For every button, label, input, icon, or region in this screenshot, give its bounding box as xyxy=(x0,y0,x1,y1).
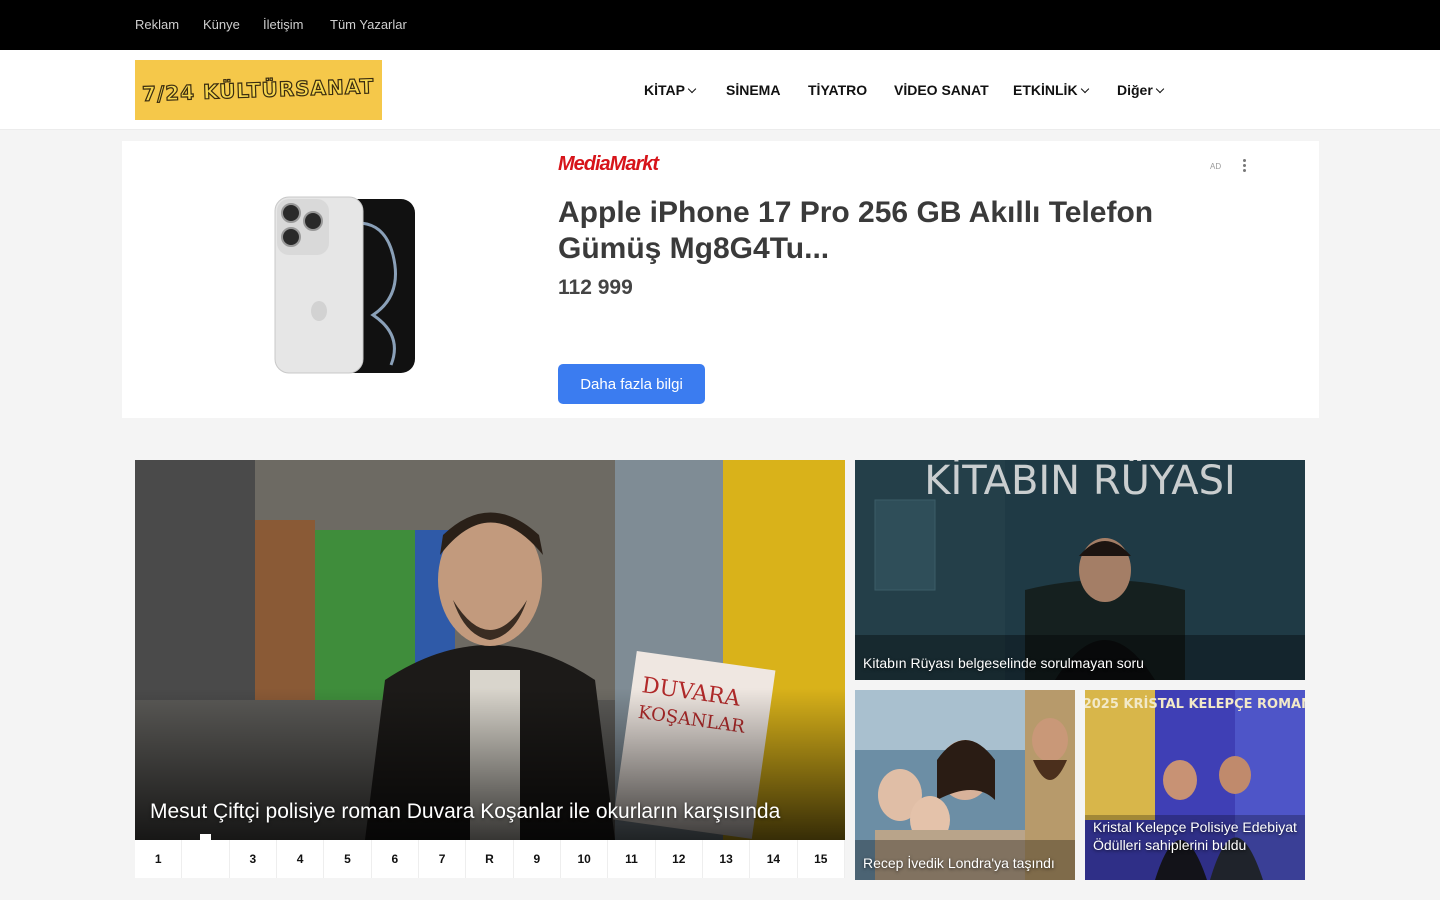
nav-item-diger[interactable]: Diğer xyxy=(1117,82,1165,98)
article-title[interactable]: Recep İvedik Londra'ya taşındı xyxy=(863,854,1073,872)
nav-item-etkinlik[interactable]: ETKİNLİK xyxy=(1013,82,1089,98)
side-article-recep-ivedik[interactable]: Recep İvedik Londra'ya taşındı xyxy=(855,690,1075,880)
pager-item[interactable]: 12 xyxy=(656,840,703,878)
nav-item-video-sanat[interactable]: VİDEO SANAT xyxy=(894,82,989,98)
pager-item[interactable]: 1 xyxy=(135,840,183,878)
article-title[interactable]: Kitabın Rüyası belgeselinde sorulmayan s… xyxy=(863,654,1293,672)
chevron-down-icon xyxy=(687,84,697,94)
pager-item-active[interactable] xyxy=(182,834,230,878)
pager-item[interactable]: 9 xyxy=(514,840,561,878)
pager-item[interactable]: 13 xyxy=(703,840,751,878)
nav-label: ETKİNLİK xyxy=(1013,82,1078,98)
image-text-kitabin: KİTABIN RÜYASI xyxy=(924,460,1236,504)
nav-item-sinema[interactable]: SİNEMA xyxy=(726,82,780,98)
nav-label: SİNEMA xyxy=(726,82,781,98)
nav-label: VİDEO SANAT xyxy=(894,82,989,98)
side-article-kristal-kelepce[interactable]: 2025 KRİSTAL KELEPÇE ROMAN ÖDÜLÜ Kristal… xyxy=(1085,690,1305,880)
ad-brand-logo: MediaMarkt xyxy=(558,153,659,175)
pager-item[interactable]: 14 xyxy=(750,840,798,878)
pager-item[interactable]: 5 xyxy=(324,840,372,878)
article-image xyxy=(855,690,1075,880)
nav-item-tiyatro[interactable]: TİYATRO xyxy=(808,82,867,98)
chevron-down-icon xyxy=(1080,84,1089,94)
chevron-down-icon xyxy=(1155,84,1165,94)
ad-banner[interactable]: MediaMarkt AD Apple iPhone 17 Pro 256 GB… xyxy=(122,141,1319,418)
topbar-link-reklam[interactable]: Reklam xyxy=(135,17,179,32)
logo-text: 7/24 KÜLTÜRSANAT xyxy=(141,73,376,107)
slider-pagination: 1 3 4 5 6 7 R 9 10 11 12 13 14 15 xyxy=(135,834,845,878)
pager-item[interactable]: 15 xyxy=(798,840,845,878)
topbar-link-kunye[interactable]: Künye xyxy=(203,17,240,32)
phone-product-image xyxy=(274,196,415,374)
topbar-link-iletisim[interactable]: İletişim xyxy=(263,17,303,32)
article-image: KİTABIN RÜYASI xyxy=(855,460,1305,680)
pager-item[interactable]: R xyxy=(466,840,514,878)
featured-article[interactable]: DUVARA KOŞANLAR Mesut Çiftçi polisiye ro… xyxy=(135,460,845,840)
ad-cta-button[interactable]: Daha fazla bilgi xyxy=(558,364,705,404)
nav-label: TİYATRO xyxy=(808,82,868,98)
pager-item[interactable]: 4 xyxy=(277,840,325,878)
ad-price: 112 999 xyxy=(558,276,633,299)
site-header: 7/24 KÜLTÜRSANAT KİTAP SİNEMA TİYATRO Vİ… xyxy=(0,50,1440,130)
nav-label: KİTAP xyxy=(644,82,685,98)
pager-item[interactable]: 11 xyxy=(608,840,656,878)
top-bar: Reklam Künye İletişim Tüm Yazarlar xyxy=(0,0,1440,50)
ad-badge: AD xyxy=(1210,162,1222,171)
ad-title[interactable]: Apple iPhone 17 Pro 256 GB Akıllı Telefo… xyxy=(558,195,1198,267)
pager-item[interactable]: 3 xyxy=(230,840,277,878)
featured-title[interactable]: Mesut Çiftçi polisiye roman Duvara Koşan… xyxy=(150,800,780,824)
pager-item[interactable]: 6 xyxy=(372,840,419,878)
side-article-kitabin-ruyasi[interactable]: KİTABIN RÜYASI Kitabın Rüyası belgeselin… xyxy=(855,460,1305,680)
image-text-kristal: 2025 KRİSTAL KELEPÇE ROMAN ÖDÜLÜ xyxy=(1085,696,1305,712)
site-logo[interactable]: 7/24 KÜLTÜRSANAT xyxy=(135,60,382,120)
article-title[interactable]: Kristal Kelepçe Polisiye Edebiyat Ödülle… xyxy=(1093,818,1298,854)
more-vert-icon[interactable] xyxy=(1238,157,1250,175)
featured-image: DUVARA KOŞANLAR xyxy=(135,460,845,840)
pager-item[interactable]: 10 xyxy=(561,840,609,878)
nav-item-kitap[interactable]: KİTAP xyxy=(644,82,697,98)
topbar-link-tum-yazarlar[interactable]: Tüm Yazarlar xyxy=(330,17,407,32)
nav-label: Diğer xyxy=(1117,82,1153,98)
pager-item[interactable]: 7 xyxy=(419,840,467,878)
